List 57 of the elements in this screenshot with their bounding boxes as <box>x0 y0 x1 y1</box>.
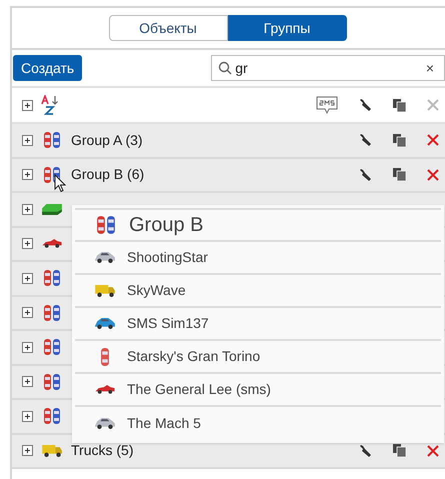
two-cars-icon <box>95 215 117 235</box>
vehicle-name: The General Lee (sms) <box>127 380 271 399</box>
create-button[interactable]: Создать <box>13 55 82 81</box>
vehicle-name: SkyWave <box>127 281 186 300</box>
expand-icon[interactable] <box>22 204 33 215</box>
car-icon <box>101 348 109 366</box>
truck-icon <box>42 444 62 457</box>
two-cars-icon <box>42 131 62 150</box>
two-cars-icon <box>42 372 62 391</box>
expand-icon[interactable] <box>22 134 33 146</box>
clear-search-button[interactable]: × <box>426 58 434 78</box>
search-field[interactable]: gr × <box>211 55 445 81</box>
two-cars-icon <box>42 407 62 426</box>
expand-icon[interactable] <box>22 307 33 318</box>
wrench-icon[interactable] <box>358 168 372 182</box>
expand-icon[interactable] <box>22 410 33 422</box>
expand-icon[interactable] <box>22 238 33 250</box>
two-cars-icon <box>42 338 62 356</box>
sports-car-icon <box>95 385 115 394</box>
delete-icon[interactable] <box>427 444 439 457</box>
sms-icon[interactable] <box>316 96 338 114</box>
group-name[interactable]: Group B (6) <box>71 164 144 186</box>
copy-icon[interactable] <box>393 134 406 147</box>
copy-icon[interactable] <box>393 168 406 182</box>
delete-icon[interactable] <box>427 168 439 181</box>
copy-icon[interactable] <box>393 444 406 458</box>
tab[interactable]: Объекты <box>108 15 228 41</box>
expand-icon[interactable] <box>22 272 33 284</box>
car-icon <box>95 418 115 429</box>
wrench-icon[interactable] <box>358 133 372 148</box>
wrench-icon[interactable] <box>358 444 372 458</box>
expand-icon[interactable] <box>22 445 33 456</box>
expand-icon[interactable] <box>22 169 33 180</box>
search-icon <box>218 61 232 75</box>
expand-icon[interactable] <box>22 100 33 110</box>
sports-car-icon <box>42 239 62 248</box>
group-name[interactable]: Trucks (5) <box>71 440 134 462</box>
tab[interactable]: Группы <box>228 15 346 41</box>
vehicle-icon <box>42 204 62 215</box>
wrench-icon[interactable] <box>358 98 372 112</box>
vehicle-name: SMS Sim137 <box>127 314 209 333</box>
vehicle-name: The Mach 5 <box>127 414 201 433</box>
car-icon <box>95 318 115 329</box>
mouse-cursor-icon <box>54 174 66 193</box>
expand-icon[interactable] <box>22 342 33 353</box>
car-icon <box>95 252 115 263</box>
delete-icon[interactable] <box>427 134 439 146</box>
vehicle-name: Starsky's Gran Torino <box>127 347 260 366</box>
sort-az-icon[interactable] <box>41 95 61 115</box>
vehicle-name: ShootingStar <box>127 248 208 267</box>
expand-icon[interactable] <box>22 376 33 388</box>
two-cars-icon <box>42 269 62 288</box>
two-cars-icon <box>42 304 62 322</box>
copy-icon[interactable] <box>393 98 406 112</box>
group-name[interactable]: Group A (3) <box>71 130 143 151</box>
drag-group-title: Group B <box>129 213 204 238</box>
truck-icon <box>95 284 115 296</box>
